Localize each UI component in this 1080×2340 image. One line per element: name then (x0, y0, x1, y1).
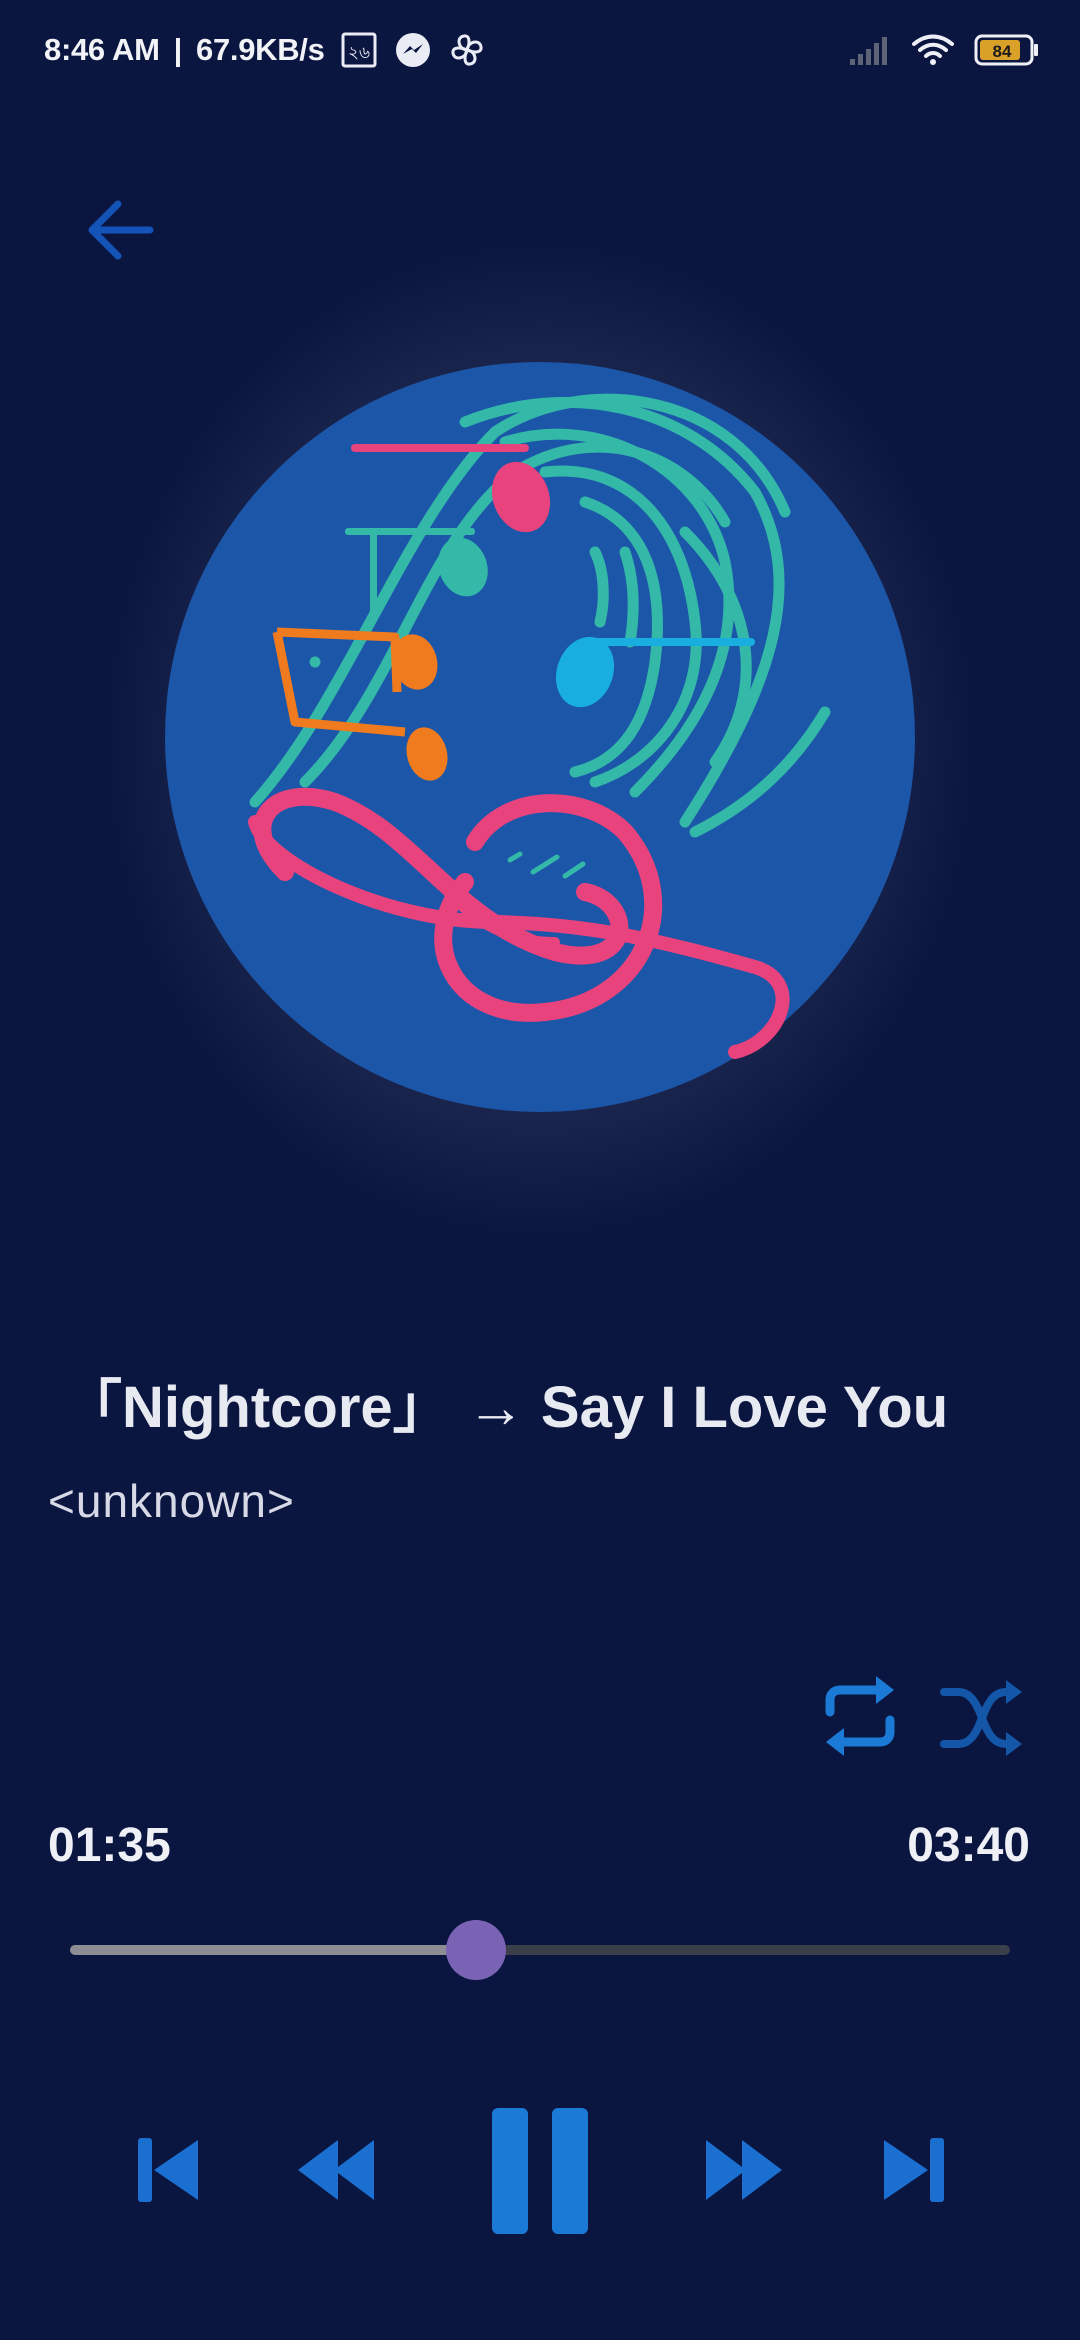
fast-forward-button[interactable] (704, 2134, 784, 2206)
album-art (165, 362, 915, 1112)
arrow-left-icon (88, 200, 154, 260)
notification-badge-icon: ২৬ (339, 30, 379, 70)
pause-button[interactable] (488, 2104, 592, 2238)
music-notes-artwork (165, 362, 915, 1112)
skip-next-button[interactable] (878, 2134, 948, 2206)
track-title: 「Nightcore」 → Say I Love You (64, 1375, 949, 1440)
track-artist: <unknown> (48, 1475, 295, 1527)
status-bar: 8:46 AM | 67.9KB/s ২৬ 84 (0, 0, 1080, 110)
repeat-icon (825, 1676, 895, 1756)
total-time: 03:40 (907, 1819, 1030, 1872)
signal-icon (848, 33, 892, 72)
battery-icon: 84 (974, 33, 1040, 72)
skip-previous-button[interactable] (134, 2134, 204, 2206)
notification-badge-text: ২৬ (348, 43, 370, 63)
rewind-icon (298, 2140, 374, 2200)
seek-thumb[interactable] (446, 1920, 507, 1980)
status-separator: | (173, 32, 183, 67)
fast-forward-icon (706, 2140, 782, 2200)
repeat-button[interactable] (818, 1672, 902, 1760)
rewind-button[interactable] (296, 2134, 376, 2206)
battery-level: 84 (993, 42, 1012, 61)
shuffle-icon (940, 1680, 1022, 1756)
pause-icon (492, 2108, 588, 2234)
status-right: 84 (848, 32, 1040, 73)
status-time: 8:46 AM (44, 32, 160, 67)
shuffle-button[interactable] (940, 1678, 1024, 1758)
pinwheel-icon (447, 30, 487, 70)
seek-bar[interactable] (70, 1920, 1010, 1980)
status-left: 8:46 AM | 67.9KB/s ২৬ (44, 30, 487, 70)
back-button[interactable] (78, 188, 162, 272)
current-time: 01:35 (48, 1819, 171, 1872)
skip-next-icon (884, 2138, 944, 2202)
seek-progress (70, 1945, 477, 1955)
skip-previous-icon (138, 2138, 198, 2202)
wifi-icon (910, 32, 956, 73)
network-speed: 67.9KB/s (196, 32, 325, 67)
messenger-icon (393, 30, 433, 70)
